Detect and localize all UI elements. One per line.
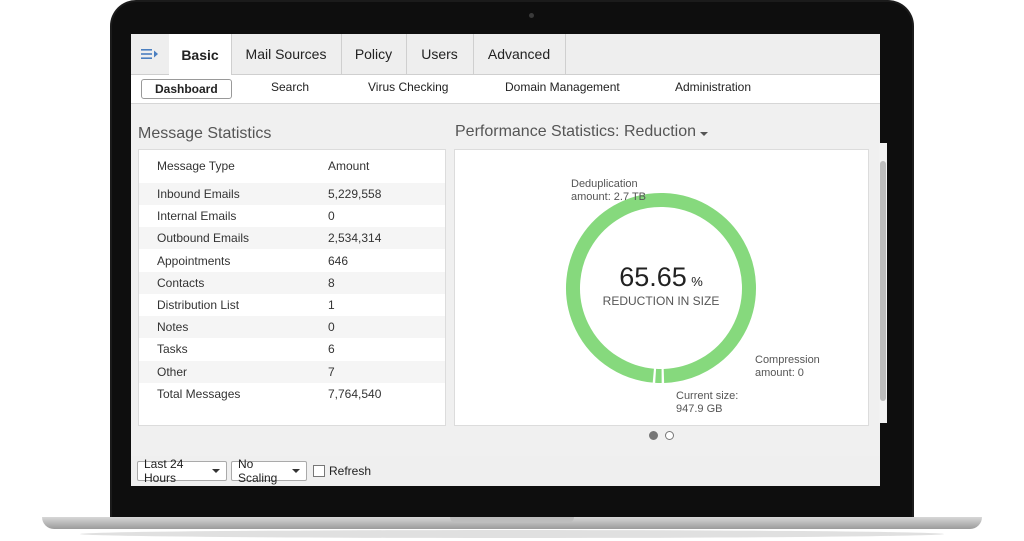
current-size-value: 947.9 GB [676, 403, 723, 415]
pager-dot-2[interactable] [665, 431, 674, 440]
scaling-value: No Scaling [238, 457, 278, 485]
performance-title-dropdown[interactable]: Performance Statistics: Reduction [455, 123, 708, 141]
laptop-shadow [80, 530, 944, 538]
row-message-type: Contacts [157, 275, 205, 290]
sub-nav: Dashboard Search Virus Checking Domain M… [131, 75, 880, 104]
row-message-type: Appointments [157, 253, 231, 268]
subnav-virus-checking[interactable]: Virus Checking [368, 80, 448, 94]
table-row: Internal Emails 0 [139, 205, 445, 227]
table-row: Contacts 8 [139, 271, 445, 294]
scaling-select[interactable]: No Scaling [231, 457, 307, 485]
reduction-value: 65.65 [619, 262, 687, 292]
current-size-label: Current size: [676, 390, 739, 402]
refresh-checkbox[interactable] [313, 465, 325, 477]
row-amount: 7 [328, 364, 335, 379]
pager-dot-1[interactable] [649, 431, 658, 440]
compression-label: Compression [755, 354, 820, 366]
row-amount: 0 [328, 320, 335, 335]
table-row: Inbound Emails 5,229,558 [139, 183, 445, 205]
time-range-value: Last 24 Hours [144, 457, 184, 485]
tab-basic[interactable]: Basic [169, 34, 232, 75]
row-message-type: Total Messages [157, 386, 241, 401]
table-row: Other 7 [139, 360, 445, 383]
dedup-label: Deduplication [571, 178, 638, 190]
row-amount: 6 [328, 342, 335, 357]
row-message-type: Inbound Emails [157, 187, 240, 201]
table-row: Appointments 646 [139, 250, 445, 272]
reduction-caption: REDUCTION IN SIZE [602, 294, 720, 308]
caret-down-icon [212, 469, 220, 473]
scrollbar-thumb [880, 161, 886, 401]
scrollbar[interactable] [879, 143, 887, 423]
subnav-dashboard[interactable]: Dashboard [141, 79, 232, 99]
table-row: Distribution List 1 [139, 294, 445, 316]
subnav-administration[interactable]: Administration [675, 80, 751, 94]
refresh-label: Refresh [329, 464, 372, 478]
row-amount: 2,534,314 [328, 231, 382, 246]
dedup-amount: amount: 2.7 TB [571, 191, 647, 203]
menu-button[interactable] [131, 34, 169, 74]
tab-policy[interactable]: Policy [341, 34, 407, 74]
caret-down-icon [700, 132, 708, 136]
row-amount: 1 [328, 298, 335, 312]
current-size-annotation: Current size: 947.9 GB [676, 390, 738, 416]
row-message-type: Distribution List [157, 298, 240, 312]
row-amount: 8 [328, 275, 335, 290]
row-message-type: Internal Emails [157, 209, 237, 224]
table-row: Tasks 6 [139, 338, 445, 360]
time-range-select[interactable]: Last 24 Hours [137, 457, 227, 485]
row-amount: 7,764,540 [328, 386, 382, 401]
table-header: Message Type Amount [139, 155, 445, 177]
performance-panel: Deduplication amount: 2.7 TB Compression… [454, 149, 869, 426]
subnav-domain-management[interactable]: Domain Management [505, 80, 620, 94]
row-amount: 0 [328, 209, 335, 224]
laptop-notch [450, 517, 574, 523]
refresh-control[interactable]: Refresh [313, 464, 371, 478]
row-message-type: Notes [157, 320, 189, 335]
table-row: Total Messages 7,764,540 [139, 383, 445, 405]
table-row: Outbound Emails 2,534,314 [139, 227, 445, 250]
row-message-type: Tasks [157, 342, 188, 357]
dedup-annotation: Deduplication amount: 2.7 TB [571, 178, 646, 204]
menu-arrow-icon [141, 49, 158, 59]
table-row: Notes 0 [139, 316, 445, 339]
tab-users[interactable]: Users [406, 34, 474, 74]
caret-down-icon [292, 469, 300, 473]
reduction-unit: % [691, 274, 703, 289]
message-stats-title: Message Statistics [138, 125, 272, 142]
subnav-search[interactable]: Search [271, 80, 309, 94]
performance-title: Performance Statistics: Reduction [455, 123, 696, 140]
compression-amount: amount: 0 [755, 367, 804, 379]
tab-advanced[interactable]: Advanced [473, 34, 566, 74]
row-amount: 5,229,558 [328, 187, 382, 201]
dashboard-content: Message Statistics Performance Statistic… [131, 104, 880, 456]
tab-mail-sources[interactable]: Mail Sources [231, 34, 342, 74]
main-nav: Basic Mail Sources Policy Users Advanced [131, 34, 880, 75]
compression-annotation: Compression amount: 0 [755, 354, 820, 380]
app-screen: Basic Mail Sources Policy Users Advanced… [131, 34, 880, 486]
header-message-type: Message Type [157, 159, 235, 173]
row-message-type: Other [157, 364, 188, 379]
message-stats-table: Message Type Amount Inbound Emails 5,229,… [138, 149, 446, 426]
header-amount: Amount [328, 159, 370, 173]
row-amount: 646 [328, 253, 349, 268]
footer-toolbar: Last 24 Hours No Scaling Refresh [131, 456, 880, 486]
reduction-center: 65.65 % REDUCTION IN SIZE [571, 262, 751, 308]
camera-icon [529, 13, 534, 18]
row-message-type: Outbound Emails [157, 231, 250, 246]
